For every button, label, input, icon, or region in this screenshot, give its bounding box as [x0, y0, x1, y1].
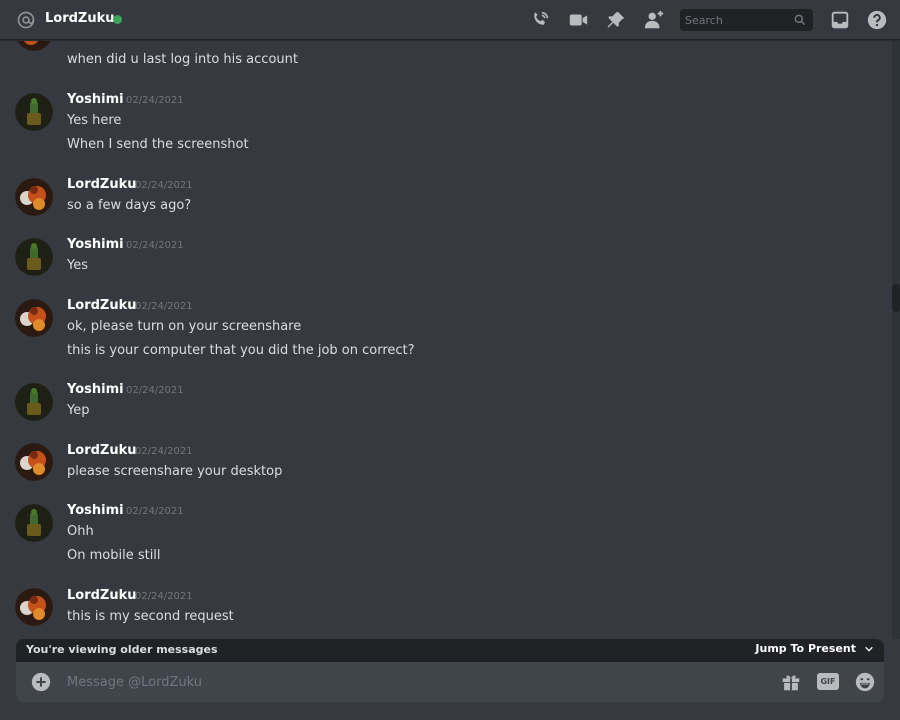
jump-to-present-button[interactable]: Jump To Present [755, 642, 874, 655]
dm-title: LordZuku [45, 11, 115, 26]
message-text: On mobile still [67, 548, 161, 563]
message-scrollbar[interactable] [892, 41, 900, 639]
inbox-icon[interactable] [829, 9, 851, 31]
online-status-indicator [113, 15, 122, 24]
gif-icon[interactable]: GIF [817, 673, 839, 690]
message-text: Yep [67, 403, 90, 418]
jump-to-present-label[interactable]: Jump To Present [755, 642, 856, 655]
message-author[interactable]: Yoshimi [67, 237, 124, 252]
message-list[interactable]: when did u last log into his account Yos… [0, 41, 892, 639]
help-icon[interactable] [866, 9, 888, 31]
avatar[interactable] [15, 238, 53, 276]
message-text: this is my second request [67, 609, 234, 624]
older-messages-notice: You're viewing older messages [26, 643, 218, 656]
avatar[interactable] [15, 299, 53, 337]
at-icon [17, 11, 35, 29]
message-author[interactable]: LordZuku [67, 177, 137, 192]
chevron-down-icon[interactable] [864, 644, 874, 654]
video-icon[interactable] [567, 9, 589, 31]
message-timestamp: 02/24/2021 [126, 95, 184, 106]
avatar[interactable] [15, 504, 53, 542]
message-timestamp: 02/24/2021 [135, 446, 193, 457]
older-messages-bar: You're viewing older messages Jump To Pr… [16, 639, 884, 662]
phone-icon[interactable] [529, 9, 551, 31]
message-text: when did u last log into his account [67, 52, 298, 67]
message-timestamp: 02/24/2021 [135, 591, 193, 602]
message-timestamp: 02/24/2021 [126, 385, 184, 396]
message-text: please screenshare your desktop [67, 464, 283, 479]
message-author[interactable]: LordZuku [67, 588, 137, 603]
message-author[interactable]: LordZuku [67, 298, 137, 313]
message-timestamp: 02/24/2021 [126, 506, 184, 517]
message-composer[interactable]: GIF [16, 662, 884, 702]
channel-header: LordZuku [0, 0, 900, 40]
message-timestamp: 02/24/2021 [126, 240, 184, 251]
message-text: ok, please turn on your screenshare [67, 319, 302, 334]
message-timestamp: 02/24/2021 [135, 180, 193, 191]
avatar[interactable] [15, 41, 53, 51]
avatar[interactable] [15, 443, 53, 481]
message-text: Yes here [67, 113, 122, 128]
avatar[interactable] [15, 93, 53, 131]
emoji-icon[interactable] [854, 671, 876, 693]
search-box[interactable] [680, 9, 813, 31]
add-friend-icon[interactable] [643, 9, 665, 31]
search-input[interactable] [680, 9, 792, 31]
message-text: When I send the screenshot [67, 137, 249, 152]
message-timestamp: 02/24/2021 [135, 301, 193, 312]
message-text: Yes [67, 258, 88, 273]
message-text: this is your computer that you did the j… [67, 343, 415, 358]
message-text: Ohh [67, 524, 94, 539]
message-text: so a few days ago? [67, 198, 192, 213]
search-icon[interactable] [793, 13, 807, 27]
message-input[interactable] [67, 670, 767, 694]
pin-icon[interactable] [605, 9, 627, 31]
avatar[interactable] [15, 383, 53, 421]
avatar[interactable] [15, 178, 53, 216]
message-author[interactable]: Yoshimi [67, 92, 124, 107]
avatar[interactable] [15, 588, 53, 626]
message-author[interactable]: LordZuku [67, 443, 137, 458]
scrollbar-thumb[interactable] [892, 284, 900, 312]
plus-circle-icon[interactable] [30, 671, 52, 693]
message-author[interactable]: Yoshimi [67, 382, 124, 397]
gift-icon[interactable] [780, 671, 802, 693]
message-author[interactable]: Yoshimi [67, 503, 124, 518]
